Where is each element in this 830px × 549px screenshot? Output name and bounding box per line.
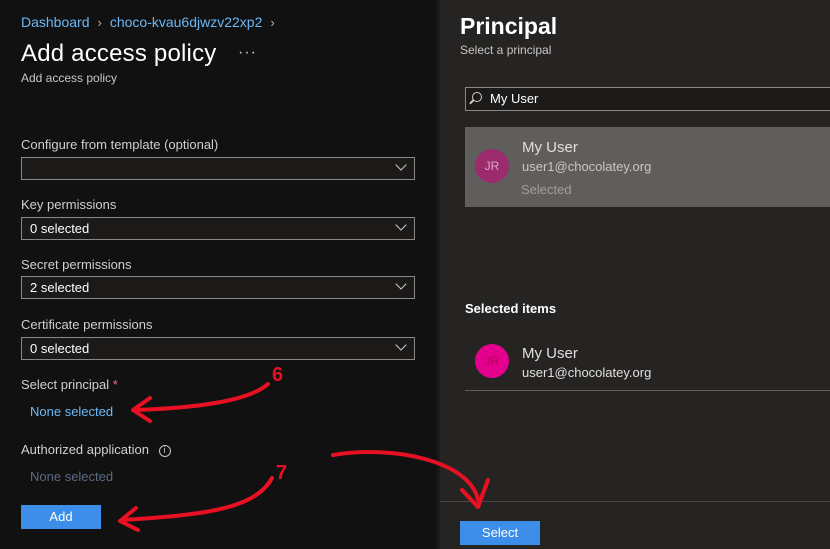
authorized-application-text: Authorized application xyxy=(21,442,149,457)
chevron-down-icon xyxy=(395,159,407,171)
key-permissions-label: Key permissions xyxy=(21,197,117,212)
chevron-down-icon xyxy=(395,278,407,290)
principal-subtitle: Select a principal xyxy=(460,43,552,57)
selected-item: JR My User user1@chocolatey.org xyxy=(465,333,830,391)
result-status: Selected xyxy=(521,182,572,197)
select-principal-label: Select principal * xyxy=(21,377,118,392)
result-user-name: My User xyxy=(522,139,578,156)
template-dropdown[interactable] xyxy=(21,157,415,180)
key-permissions-value: 0 selected xyxy=(30,221,90,236)
result-user-email: user1@chocolatey.org xyxy=(522,159,652,174)
principal-search-input[interactable]: My User xyxy=(465,87,830,111)
chevron-right-icon: › xyxy=(97,14,102,30)
authorized-application-link: None selected xyxy=(30,469,114,484)
secret-permissions-dropdown[interactable]: 2 selected xyxy=(21,276,415,299)
search-value: My User xyxy=(490,91,539,106)
chevron-down-icon xyxy=(395,219,407,231)
selected-user-email: user1@chocolatey.org xyxy=(522,365,652,380)
selected-items-heading: Selected items xyxy=(465,301,557,316)
key-permissions-dropdown[interactable]: 0 selected xyxy=(21,217,415,240)
secret-permissions-label: Secret permissions xyxy=(21,257,132,272)
more-options-button[interactable]: ··· xyxy=(238,44,257,62)
info-icon[interactable]: i xyxy=(158,444,171,457)
template-label: Configure from template (optional) xyxy=(21,137,219,152)
select-principal-text: Select principal xyxy=(21,377,110,392)
breadcrumb-dashboard[interactable]: Dashboard xyxy=(21,14,90,30)
certificate-permissions-dropdown[interactable]: 0 selected xyxy=(21,337,415,360)
principal-title: Principal xyxy=(460,13,558,39)
breadcrumb: Dashboard › choco-kvau6djwzv22xp2 › xyxy=(21,14,283,30)
app-root: Dashboard › choco-kvau6djwzv22xp2 › Add … xyxy=(0,0,830,549)
chevron-down-icon xyxy=(395,339,407,351)
chevron-right-icon: › xyxy=(270,14,275,30)
avatar: JR xyxy=(475,344,509,378)
certificate-permissions-label: Certificate permissions xyxy=(21,317,153,332)
add-button[interactable]: Add xyxy=(21,505,101,529)
search-result-user[interactable]: JR My User user1@chocolatey.org Selected xyxy=(465,127,830,207)
authorized-application-label: Authorized application i xyxy=(21,442,171,457)
certificate-permissions-value: 0 selected xyxy=(30,341,90,356)
page-title: Add access policy xyxy=(21,40,217,67)
breadcrumb-keyvault[interactable]: choco-kvau6djwzv22xp2 xyxy=(110,14,263,30)
select-principal-link[interactable]: None selected xyxy=(30,404,113,419)
page-subtitle: Add access policy xyxy=(21,71,118,85)
required-asterisk: * xyxy=(112,377,118,392)
add-access-policy-panel: Dashboard › choco-kvau6djwzv22xp2 › Add … xyxy=(0,0,437,549)
selected-user-name: My User xyxy=(522,345,578,362)
select-button[interactable]: Select xyxy=(460,521,540,545)
secret-permissions-value: 2 selected xyxy=(30,280,90,295)
footer-divider xyxy=(440,501,830,502)
search-icon xyxy=(472,92,482,102)
principal-panel: Principal Select a principal My User JR … xyxy=(440,0,830,549)
avatar: JR xyxy=(475,149,509,183)
